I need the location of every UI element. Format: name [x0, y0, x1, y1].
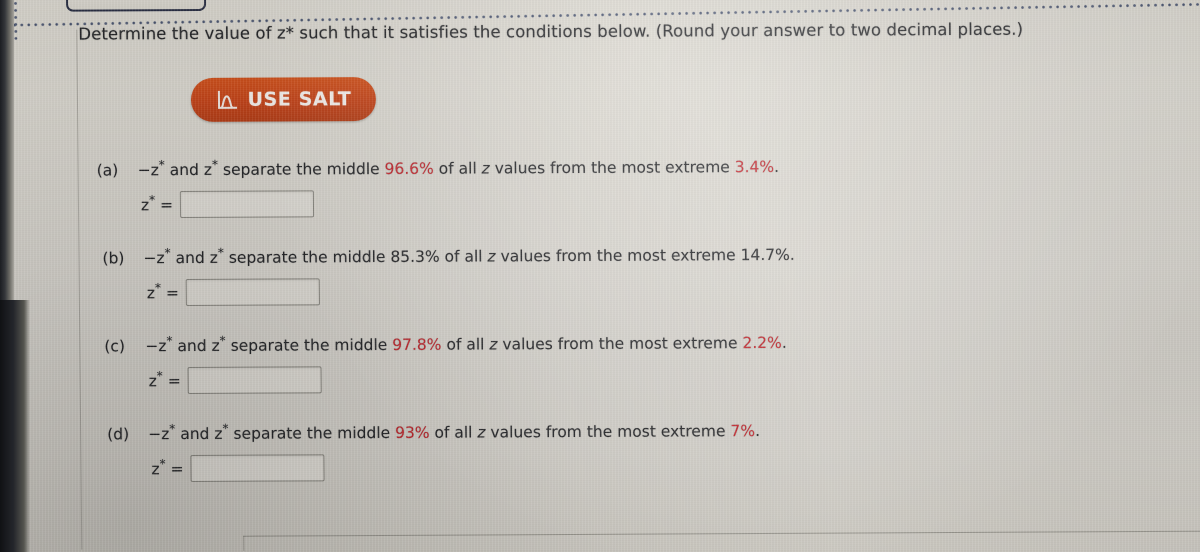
highlighted-percent: 7% — [730, 422, 756, 441]
question-letter: (a) — [96, 161, 119, 180]
photographed-screen: Determine the value of z* such that it s… — [0, 0, 1200, 552]
use-salt-button[interactable]: USE SALT — [190, 77, 377, 122]
question-letter: (d) — [107, 425, 130, 444]
content-bottom-rule-tick — [243, 535, 245, 551]
highlighted-percent: 97.8% — [392, 335, 442, 354]
question-text: −z* and z* separate the middle 93% of al… — [148, 421, 761, 444]
highlighted-percent: 93% — [394, 423, 430, 442]
answer-row: z* = — [146, 278, 321, 307]
z-variable: z — [487, 247, 496, 266]
answer-label: z* = — [140, 192, 174, 214]
highlighted-percent: 2.2% — [742, 333, 782, 353]
highlighted-percent: 3.4% — [734, 157, 775, 177]
question-text: −z* and z* separate the middle 96.6% of … — [137, 157, 780, 180]
z-star-answer-input[interactable] — [190, 454, 325, 483]
question-text: −z* and z* separate the middle 97.8% of … — [145, 333, 787, 356]
z-variable: z — [477, 423, 486, 442]
percent-value: 85.3% — [390, 247, 440, 266]
highlighted-percent: 96.6% — [384, 159, 434, 178]
normal-distribution-curve-icon — [215, 89, 237, 110]
partial-button-above[interactable] — [65, 0, 207, 12]
percent-value: 14.7% — [740, 245, 790, 265]
question-letter: (b) — [102, 249, 125, 268]
answer-label: z* = — [146, 280, 180, 302]
dotted-divider-left — [13, 0, 18, 40]
z-star-answer-input[interactable] — [185, 278, 321, 307]
answer-row: z* = — [148, 366, 322, 395]
question-letter: (c) — [104, 337, 126, 356]
z-variable: z — [481, 159, 490, 178]
answer-label: z* = — [151, 456, 184, 478]
z-variable: z — [489, 335, 498, 354]
z-star-answer-input[interactable] — [187, 366, 322, 395]
use-salt-label: USE SALT — [247, 88, 352, 111]
answer-row: z* = — [151, 454, 325, 483]
assignment-page: Determine the value of z* such that it s… — [0, 0, 1200, 552]
question-text: −z* and z* separate the middle 85.3% of … — [143, 245, 795, 268]
answer-label: z* = — [148, 368, 181, 390]
z-star-answer-input[interactable] — [179, 190, 315, 219]
answer-row: z* = — [140, 190, 315, 219]
